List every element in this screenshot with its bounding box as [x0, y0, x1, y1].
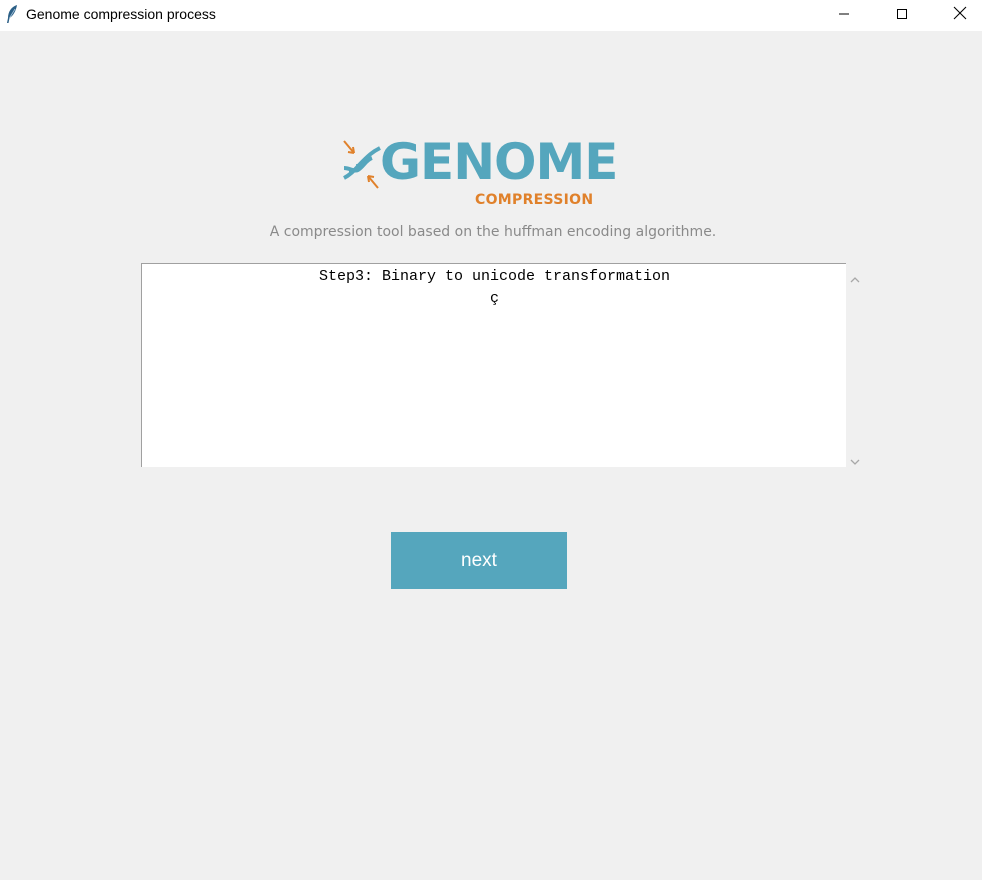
app-window: Genome compression process GENOME COMPRE… [0, 0, 982, 880]
close-icon [953, 6, 967, 25]
chevron-down-icon[interactable] [850, 453, 860, 465]
minimize-icon [838, 7, 850, 25]
close-button[interactable] [931, 0, 982, 31]
chevron-up-icon[interactable] [850, 271, 860, 283]
output-textbox[interactable]: Step3: Binary to unicode transformation … [141, 263, 846, 467]
logo-subtitle: COMPRESSION [475, 192, 594, 208]
output-line-result: ç [489, 290, 499, 307]
genome-logo: GENOME COMPRESSION [340, 133, 618, 212]
tagline: A compression tool based on the huffman … [269, 224, 717, 240]
output-line-step: Step3: Binary to unicode transformation [318, 268, 671, 285]
logo-title: GENOME [380, 133, 618, 191]
dna-icon [340, 138, 382, 190]
next-button[interactable]: next [391, 532, 567, 589]
title-bar: Genome compression process [0, 0, 982, 31]
output-scrollbar[interactable] [846, 263, 864, 467]
minimize-button[interactable] [815, 0, 873, 31]
maximize-icon [896, 7, 908, 25]
window-title: Genome compression process [26, 6, 216, 22]
maximize-button[interactable] [873, 0, 931, 31]
feather-icon [5, 4, 19, 24]
